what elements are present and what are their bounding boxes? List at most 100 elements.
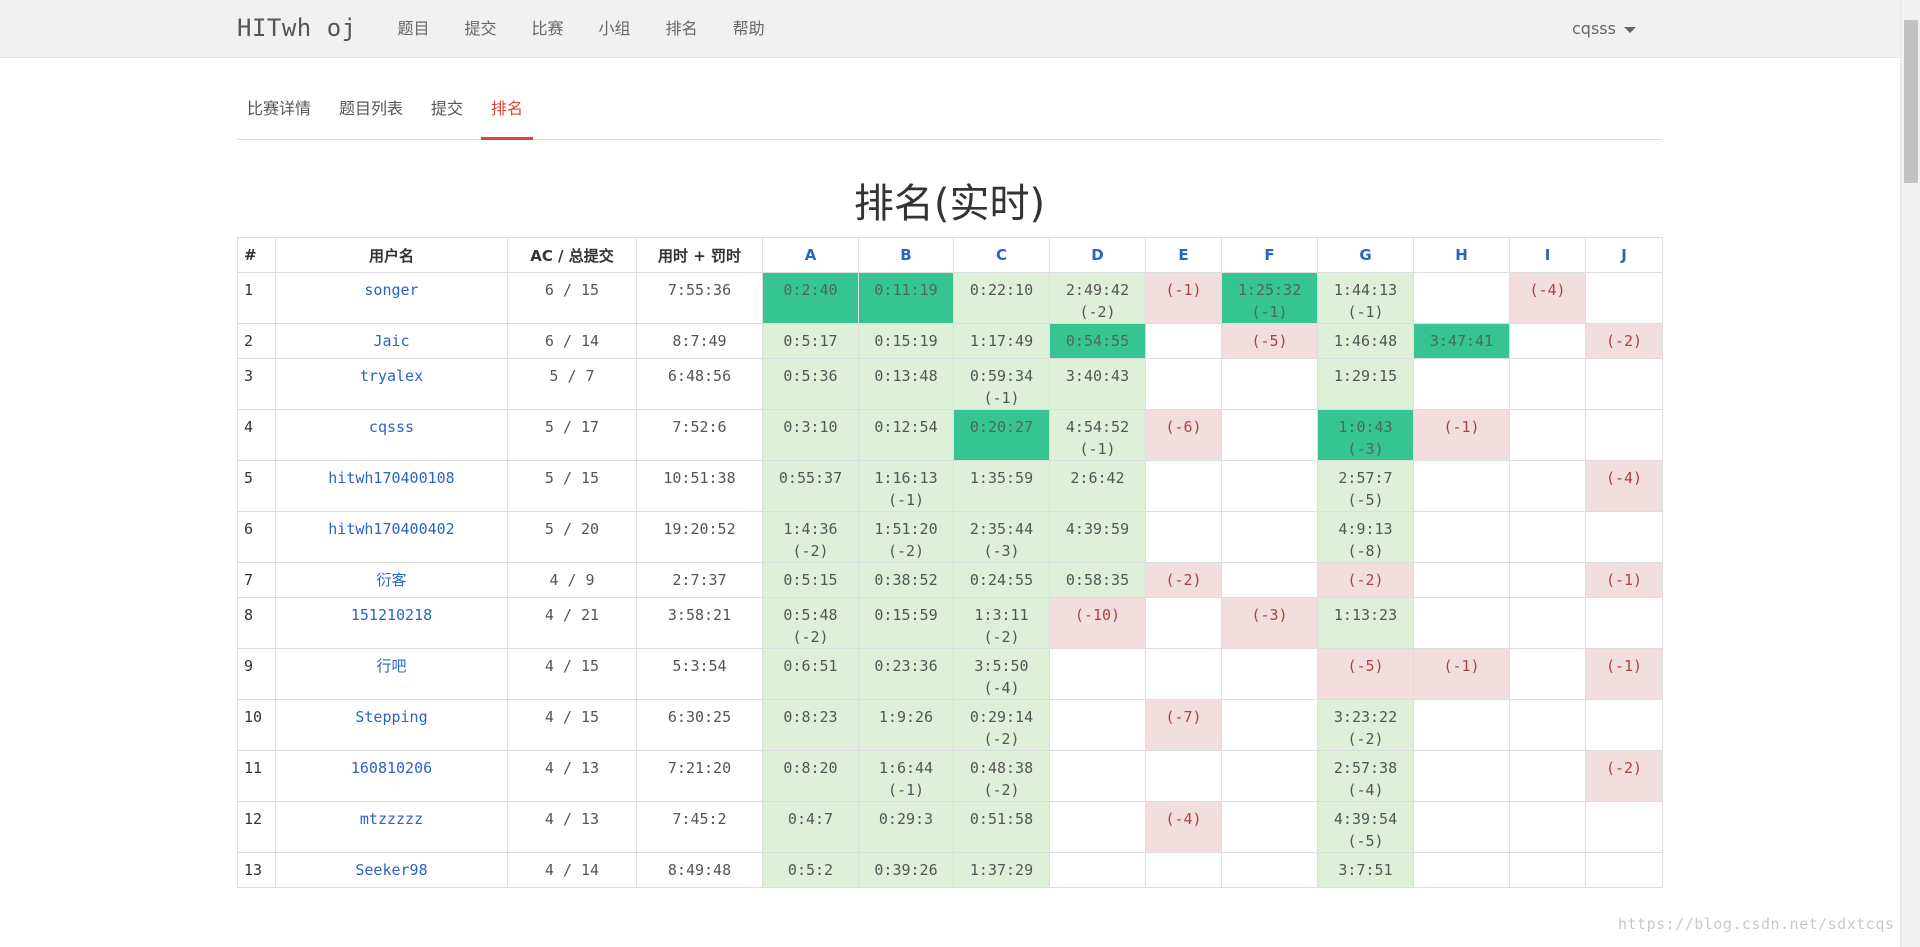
- header-problem-b[interactable]: B: [858, 237, 954, 273]
- penalty-count: (-4): [983, 679, 1020, 697]
- problem-cell-a: 0:3:10: [762, 409, 859, 461]
- table-row: 4 cqsss 5 / 17 7:52:6 0:3:10 0:12:54 0:20:27 4:…: [237, 409, 1663, 461]
- scrollbar-thumb[interactable]: [1904, 20, 1918, 183]
- problem-cell-j: (-2): [1585, 323, 1663, 359]
- username-link[interactable]: hitwh170400108: [275, 460, 508, 512]
- time-penalty-cell: 6:30:25: [636, 699, 763, 751]
- header-problem-e[interactable]: E: [1145, 237, 1222, 273]
- nav-item-problems[interactable]: 题目: [380, 0, 447, 57]
- username-link[interactable]: 151210218: [275, 597, 508, 649]
- problem-cell-c: 0:51:58: [953, 801, 1050, 853]
- tab-problem-list[interactable]: 题目列表: [329, 88, 413, 137]
- header-problem-c[interactable]: C: [953, 237, 1050, 273]
- penalty-count: (-3): [1347, 440, 1384, 458]
- solve-time: 2:57:7: [1338, 469, 1393, 487]
- ac-total-cell: 6 / 14: [507, 323, 637, 359]
- problem-cell-d: 2:49:42 (-2): [1049, 272, 1146, 324]
- problem-cell-g: 1:46:48: [1317, 323, 1414, 359]
- username-link[interactable]: 衍客: [275, 562, 508, 598]
- tab-ranking[interactable]: 排名: [481, 88, 534, 140]
- header-ac-total: AC / 总提交: [507, 237, 637, 273]
- solve-time: 2:57:38: [1333, 759, 1398, 777]
- username-link[interactable]: Seeker98: [275, 852, 508, 888]
- header-problem-g[interactable]: G: [1317, 237, 1414, 273]
- problem-cell-b: 1:51:20 (-2): [858, 511, 954, 563]
- username-link[interactable]: 行吧: [275, 648, 508, 700]
- solve-time: 0:2:40: [783, 281, 838, 299]
- nav-item-contests[interactable]: 比赛: [514, 0, 581, 57]
- top-navbar: HITwh oj 题目 提交 比赛 小组 排名 帮助 cqsss: [0, 0, 1900, 58]
- problem-cell-b: 0:11:19: [858, 272, 954, 324]
- header-problem-i[interactable]: I: [1509, 237, 1586, 273]
- username-link[interactable]: Stepping: [275, 699, 508, 751]
- problem-cell-a: 0:5:2: [762, 852, 859, 888]
- time-penalty-cell: 7:55:36: [636, 272, 763, 324]
- contest-tabs: 比赛详情 题目列表 提交 排名: [237, 88, 1662, 140]
- penalty-count: (-3): [1251, 606, 1288, 624]
- problem-cell-b: 0:15:59: [858, 597, 954, 649]
- site-brand[interactable]: HITwh oj: [237, 14, 357, 42]
- table-row: 6 hitwh170400402 5 / 20 19:20:52 1:4:36 (-2) 1…: [237, 511, 1663, 563]
- username-link[interactable]: 160810206: [275, 750, 508, 802]
- problem-cell-g: (-2): [1317, 562, 1414, 598]
- username-link[interactable]: Jaic: [275, 323, 508, 359]
- problem-cell-c: 0:59:34 (-1): [953, 358, 1050, 410]
- user-dropdown[interactable]: cqsss: [1572, 0, 1636, 57]
- problem-cell-g: 4:39:54 (-5): [1317, 801, 1414, 853]
- nav-item-groups[interactable]: 小组: [581, 0, 648, 57]
- problem-cell-e: [1145, 460, 1222, 512]
- page-scrollbar[interactable]: [1900, 0, 1920, 947]
- ranking-table-body: 1 songer 6 / 15 7:55:36 0:2:40 0:11:19 0:22:10…: [237, 272, 1663, 888]
- solve-time: 1:29:15: [1333, 367, 1398, 385]
- header-problem-d[interactable]: D: [1049, 237, 1146, 273]
- nav-item-submissions[interactable]: 提交: [447, 0, 514, 57]
- problem-cell-d: 4:54:52 (-1): [1049, 409, 1146, 461]
- problem-cell-j: [1585, 699, 1663, 751]
- penalty-count: (-4): [1605, 469, 1643, 487]
- problem-cell-d: 2:6:42: [1049, 460, 1146, 512]
- solve-time: 0:29:14: [969, 708, 1034, 726]
- penalty-count: (-8): [1347, 542, 1384, 560]
- header-problem-f[interactable]: F: [1221, 237, 1318, 273]
- problem-cell-h: [1413, 511, 1510, 563]
- problem-cell-f: [1221, 562, 1318, 598]
- solve-time: 0:5:15: [783, 571, 838, 589]
- username-link[interactable]: songer: [275, 272, 508, 324]
- rank-cell: 11: [237, 750, 276, 802]
- header-problem-h[interactable]: H: [1413, 237, 1510, 273]
- solve-time: 0:29:3: [878, 810, 934, 828]
- table-row: 11 160810206 4 / 13 7:21:20 0:8:20 1:6:44 (-1)…: [237, 750, 1663, 802]
- time-penalty-cell: 6:48:56: [636, 358, 763, 410]
- header-problem-j[interactable]: J: [1585, 237, 1663, 273]
- header-problem-a[interactable]: A: [762, 237, 859, 273]
- nav-item-ranking[interactable]: 排名: [648, 0, 715, 57]
- problem-cell-f: [1221, 460, 1318, 512]
- penalty-count: (-2): [1605, 332, 1643, 350]
- penalty-count: (-1): [1079, 440, 1116, 458]
- solve-time: 2:6:42: [1070, 469, 1125, 487]
- problem-cell-e: (-6): [1145, 409, 1222, 461]
- problem-cell-j: (-1): [1585, 648, 1663, 700]
- problem-cell-c: 0:24:55: [953, 562, 1050, 598]
- problem-cell-g: 1:0:43 (-3): [1317, 409, 1414, 461]
- tab-submissions[interactable]: 提交: [421, 88, 473, 137]
- username-link[interactable]: cqsss: [275, 409, 508, 461]
- problem-cell-j: (-2): [1585, 750, 1663, 802]
- solve-time: 0:4:7: [787, 810, 834, 828]
- problem-cell-f: [1221, 699, 1318, 751]
- tab-contest-details[interactable]: 比赛详情: [237, 88, 321, 137]
- rank-cell: 7: [237, 562, 276, 598]
- solve-time: 0:8:20: [783, 759, 838, 777]
- username-link[interactable]: tryalex: [275, 358, 508, 410]
- solve-time: 0:38:52: [874, 571, 938, 589]
- username-link[interactable]: hitwh170400402: [275, 511, 508, 563]
- problem-cell-i: [1509, 699, 1586, 751]
- solve-time: 1:4:36: [783, 520, 838, 538]
- rank-cell: 4: [237, 409, 276, 461]
- problem-cell-h: [1413, 699, 1510, 751]
- nav-item-help[interactable]: 帮助: [715, 0, 782, 57]
- problem-cell-a: 0:4:7: [762, 801, 859, 853]
- solve-time: 1:13:23: [1333, 606, 1398, 624]
- username-link[interactable]: mtzzzzz: [275, 801, 508, 853]
- problem-cell-e: (-2): [1145, 562, 1222, 598]
